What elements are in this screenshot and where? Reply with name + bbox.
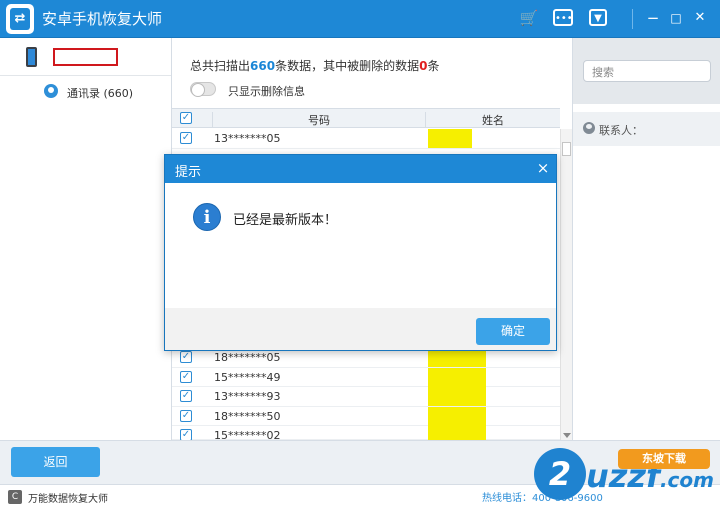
scrollbar-thumb[interactable] (562, 142, 571, 156)
table-scrollbar[interactable] (560, 129, 572, 440)
info-icon: i (193, 203, 221, 231)
row-checkbox[interactable]: ✓ (180, 390, 192, 402)
select-all-checkbox[interactable]: ✓ (180, 112, 192, 124)
info-dialog: 提示 × i 已经是最新版本！ 确定 (164, 154, 557, 351)
cart-icon[interactable]: 🛒 (518, 8, 540, 28)
back-button[interactable]: 返回 (11, 447, 100, 477)
phone-number: 13*******05 (214, 132, 281, 145)
table-row[interactable]: ✓ 15*******02 (172, 426, 560, 442)
minimize-button[interactable]: − (642, 8, 664, 28)
watermark-z: 2 (534, 448, 586, 500)
row-checkbox[interactable]: ✓ (180, 132, 192, 144)
scroll-down-icon[interactable] (563, 433, 571, 438)
watermark-logo: 2 uzzf.com 东坡下载 (528, 444, 714, 506)
contact-icon (583, 122, 595, 134)
sidebar-item-contacts[interactable]: 通讯录 (660) (0, 76, 171, 108)
dialog-message: 已经是最新版本！ (233, 213, 338, 228)
chat-icon[interactable]: ••• (553, 9, 573, 26)
summary-suffix: 条 (427, 59, 440, 73)
phone-icon (26, 47, 37, 67)
row-checkbox[interactable]: ✓ (180, 409, 192, 422)
column-header-number[interactable]: 号码 (212, 112, 425, 128)
summary-prefix: 总共扫描出 (190, 59, 251, 73)
sidebar: 通讯录 (660) (0, 38, 172, 440)
dialog-footer: 确定 (165, 308, 556, 350)
table-header: ✓ 号码 姓名 (172, 108, 560, 128)
summary-middle: 条数据，其中被删除的数据 (275, 59, 420, 73)
table-row[interactable]: ✓ 18*******50 (172, 406, 560, 426)
search-area: 搜索 (573, 38, 720, 104)
dialog-title: 提示 (175, 165, 202, 180)
name-redacted (428, 406, 486, 426)
close-button[interactable]: ✕ (689, 8, 711, 28)
contacts-icon (44, 84, 58, 98)
contact-label: 联系人： (599, 124, 643, 137)
detail-panel: 搜索 联系人： (572, 38, 720, 440)
maximize-button[interactable]: □ (665, 8, 687, 28)
name-redacted (428, 387, 486, 406)
scan-summary: 总共扫描出660条数据，其中被删除的数据0条 (190, 57, 439, 74)
name-redacted (428, 367, 486, 387)
phone-number: 15*******49 (214, 370, 281, 384)
summary-total-count: 660 (250, 59, 276, 73)
show-deleted-toggle[interactable] (190, 82, 216, 97)
search-placeholder: 搜索 (592, 66, 614, 79)
dialog-close-button[interactable]: × (535, 159, 551, 177)
search-input[interactable]: 搜索 (583, 60, 711, 82)
device-row[interactable] (0, 38, 171, 76)
titlebar-separator (632, 9, 633, 29)
app-logo-icon: ⇄ (6, 4, 34, 34)
watermark-tag: 东坡下载 (618, 449, 710, 469)
ok-button[interactable]: 确定 (476, 318, 550, 345)
name-redacted (428, 426, 486, 440)
name-redacted (428, 129, 472, 148)
table-row[interactable]: ✓ 15*******49 (172, 367, 560, 387)
watermark-domain-suffix: .com (659, 468, 714, 492)
row-checkbox[interactable]: ✓ (180, 351, 192, 363)
dialog-header: 提示 × (165, 155, 556, 183)
title-bar: ⇄ 安卓手机恢复大师 🛒 ••• ▼ − □ ✕ (0, 0, 720, 38)
table-row[interactable]: ✓ 13*******05 (172, 129, 560, 149)
dropdown-menu-icon[interactable]: ▼ (589, 9, 607, 26)
device-name-redacted (53, 48, 118, 66)
sidebar-item-label: 通讯录 (660) (67, 87, 134, 100)
phone-number: 13*******93 (214, 390, 281, 403)
row-checkbox[interactable]: ✓ (180, 370, 192, 383)
app-title: 安卓手机恢复大师 (42, 10, 163, 28)
phone-number: 18*******05 (214, 351, 281, 364)
show-deleted-label: 只显示删除信息 (228, 85, 305, 98)
column-header-name[interactable]: 姓名 (425, 112, 560, 128)
status-app-icon: C (8, 490, 22, 504)
contact-detail-header: 联系人： (573, 112, 720, 146)
table-row[interactable]: ✓ 13*******93 (172, 387, 560, 407)
phone-number: 18*******50 (214, 409, 281, 423)
status-app-name[interactable]: 万能数据恢复大师 (28, 490, 108, 505)
